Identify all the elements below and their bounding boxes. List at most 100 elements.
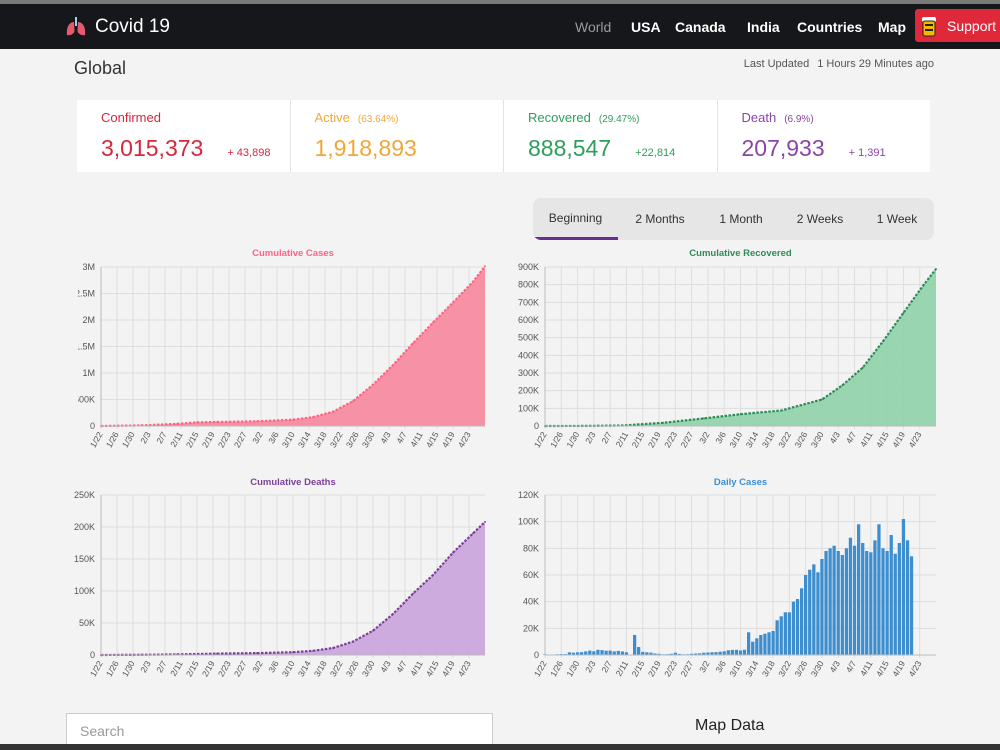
- stat-death: Death (6.9%) 207,933 + 1,391: [718, 100, 931, 172]
- x-tick-label: 2/15: [184, 659, 201, 679]
- nav-countries[interactable]: Countries: [797, 4, 862, 49]
- y-tick-label: 3M: [82, 262, 95, 272]
- x-tick-label: 3/14: [744, 659, 761, 679]
- x-tick-label: 4/23: [907, 430, 924, 450]
- death-pct: (6.9%): [784, 114, 814, 125]
- data-point: [861, 366, 864, 369]
- y-tick-label: 100K: [518, 403, 539, 413]
- x-tick-label: 1/22: [88, 659, 105, 679]
- bar: [763, 633, 767, 655]
- bar: [873, 540, 877, 655]
- bar: [759, 635, 763, 655]
- x-tick-label: 2/23: [662, 659, 679, 679]
- bar: [824, 551, 828, 655]
- recovered-value: 888,547: [528, 135, 612, 161]
- bar: [584, 651, 588, 655]
- x-tick-label: 4/3: [378, 659, 393, 674]
- death-value: 207,933: [741, 135, 825, 161]
- nav-usa[interactable]: USA: [631, 4, 661, 49]
- last-updated-label: Last Updated: [743, 58, 810, 70]
- data-point: [256, 652, 258, 654]
- x-tick-label: 2/7: [154, 659, 169, 674]
- page-title: Global: [74, 58, 127, 78]
- data-point: [352, 640, 354, 643]
- x-tick-label: 1/22: [532, 659, 549, 679]
- brand[interactable]: Covid 19: [65, 4, 170, 49]
- confirmed-delta: + 43,898: [227, 147, 271, 159]
- y-tick-label: 900K: [518, 262, 539, 272]
- y-tick-label: 40K: [523, 597, 539, 607]
- bar: [857, 524, 861, 655]
- x-tick-label: 3/18: [760, 430, 777, 450]
- recovered-label: Recovered: [528, 110, 591, 125]
- x-tick-label: 3/2: [250, 659, 265, 674]
- x-tick-label: 3/18: [312, 659, 329, 679]
- nav-canada[interactable]: Canada: [675, 4, 726, 49]
- last-updated: Last Updated 1 Hours 29 Minutes ago: [744, 58, 934, 70]
- x-tick-label: 2/23: [216, 430, 233, 450]
- y-tick-label: 50K: [79, 618, 95, 628]
- data-point: [332, 410, 334, 413]
- bar: [722, 651, 726, 655]
- chart-title: Daily Cases: [714, 477, 767, 488]
- support-button[interactable]: Support U: [915, 9, 1000, 42]
- cumulative-recovered-svg: Cumulative Recovered 0 100K 200K 300K 400K 500…: [518, 248, 937, 450]
- bar: [816, 572, 820, 655]
- chart-title: Cumulative Deaths: [250, 477, 336, 488]
- tab-1-month[interactable]: 1 Month: [702, 198, 780, 240]
- stats-panel: Confirmed 3,015,373 + 43,898 Active (63.6…: [77, 100, 930, 172]
- nav-india[interactable]: India: [747, 4, 780, 49]
- bar: [848, 537, 853, 655]
- x-tick-label: 4/3: [378, 430, 393, 445]
- chart-cumulative-recovered: Cumulative Recovered 0 100K 200K 300K 400K 500…: [515, 244, 945, 466]
- bar: [885, 551, 889, 655]
- tab-2-weeks[interactable]: 2 Weeks: [780, 198, 860, 240]
- bar: [633, 635, 637, 655]
- x-tick-label: 4/7: [394, 430, 409, 445]
- x-tick-label: 3/18: [312, 430, 329, 450]
- x-tick-label: 1/30: [120, 430, 137, 450]
- x-tick-label: 3/26: [344, 659, 361, 679]
- cumulative-deaths-svg: Cumulative Deaths 0 50K 100K 150K 200K 250K 1/2…: [74, 477, 486, 679]
- confirmed-label: Confirmed: [101, 110, 161, 125]
- y-tick-label: 1.5M: [78, 342, 95, 352]
- bar: [889, 535, 893, 655]
- beer-icon: [922, 16, 936, 36]
- y-tick-label: 250K: [74, 490, 95, 500]
- x-tick-label: 4/15: [874, 659, 891, 679]
- last-updated-value: 1 Hours 29 Minutes ago: [817, 58, 934, 70]
- bar: [893, 553, 897, 655]
- chart-title: Cumulative Recovered: [689, 248, 792, 259]
- x-tick-label: 2/11: [168, 430, 185, 449]
- x-tick-label: 2/19: [646, 430, 663, 450]
- support-label: Support U: [947, 17, 1000, 34]
- data-point: [484, 521, 486, 523]
- bar: [596, 649, 600, 655]
- bar: [738, 650, 743, 655]
- y-tick-label: 300K: [518, 368, 539, 378]
- x-tick-label: 2/27: [232, 430, 249, 450]
- x-tick-label: 4/15: [424, 659, 441, 679]
- bar: [620, 651, 625, 655]
- nav-world[interactable]: World: [575, 4, 611, 49]
- bar: [791, 601, 796, 655]
- x-tick-label: 2/19: [646, 659, 663, 679]
- x-tick-label: 1/22: [532, 430, 549, 450]
- x-tick-label: 4/7: [844, 659, 859, 674]
- bar: [608, 650, 612, 655]
- bar: [861, 543, 865, 655]
- y-tick-label: 500K: [518, 333, 539, 343]
- x-tick-label: 3/22: [776, 659, 793, 679]
- y-tick-label: 200K: [74, 522, 95, 532]
- x-tick-label: 4/11: [858, 430, 875, 449]
- data-point: [392, 613, 394, 615]
- nav-map[interactable]: Map: [878, 4, 906, 49]
- y-tick-label: 500K: [78, 395, 95, 405]
- tab-1-week[interactable]: 1 Week: [860, 198, 934, 240]
- bar: [751, 641, 755, 655]
- data-point: [332, 647, 334, 649]
- x-tick-label: 3/30: [809, 659, 826, 679]
- confirmed-value: 3,015,373: [101, 135, 204, 161]
- tab-beginning[interactable]: Beginning: [533, 198, 618, 240]
- tab-2-months[interactable]: 2 Months: [618, 198, 702, 240]
